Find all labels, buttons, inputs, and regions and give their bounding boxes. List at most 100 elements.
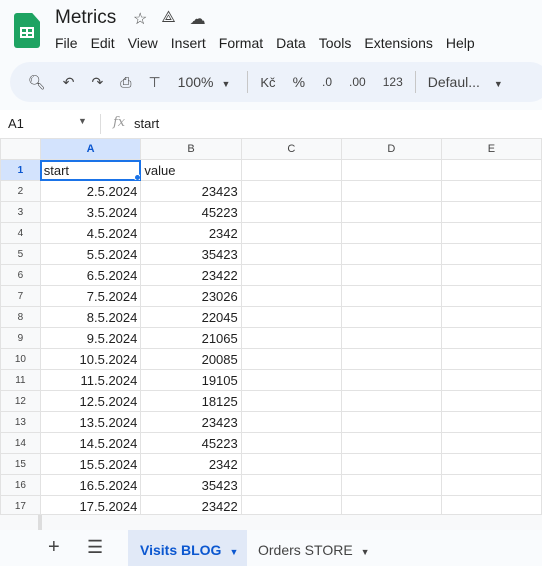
row-header[interactable]: 15 — [0, 453, 41, 475]
cell[interactable]: 14.5.2024 — [39, 432, 142, 454]
currency-button[interactable]: Kč — [260, 75, 275, 90]
menu-file[interactable]: File — [55, 35, 78, 51]
cell[interactable] — [440, 453, 542, 475]
cloud-saved-icon[interactable]: ☁ — [190, 9, 206, 29]
cell[interactable]: 10.5.2024 — [39, 348, 142, 370]
cell[interactable] — [340, 453, 442, 475]
column-header-a[interactable]: A — [39, 138, 142, 160]
cell[interactable]: 23422 — [140, 264, 242, 286]
cell[interactable]: 2.5.2024 — [39, 180, 142, 202]
redo-icon[interactable]: ↷ — [92, 74, 104, 91]
search-icon[interactable]: 🔍︎ — [28, 74, 46, 91]
cell[interactable] — [440, 285, 542, 307]
cell[interactable]: 13.5.2024 — [39, 411, 142, 433]
row-header[interactable]: 8 — [0, 306, 41, 328]
row-header[interactable]: 3 — [0, 201, 41, 223]
cell[interactable]: 23422 — [140, 495, 242, 514]
cell[interactable] — [440, 432, 542, 454]
cell[interactable] — [440, 243, 542, 265]
cell[interactable] — [340, 222, 442, 244]
row-header[interactable]: 17 — [0, 495, 41, 514]
cell[interactable] — [340, 432, 442, 454]
cell[interactable]: 2342 — [140, 222, 242, 244]
cell[interactable] — [340, 369, 442, 391]
all-sheets-button[interactable]: ☰ — [87, 537, 103, 558]
fill-handle[interactable] — [134, 174, 140, 180]
cell[interactable]: 35423 — [140, 243, 242, 265]
cell[interactable] — [340, 474, 442, 496]
cell[interactable] — [340, 348, 442, 370]
document-title[interactable]: Metrics — [55, 7, 116, 29]
cell[interactable]: value — [140, 159, 242, 181]
cell[interactable] — [440, 306, 542, 328]
cell[interactable]: 3.5.2024 — [39, 201, 142, 223]
cell[interactable]: 2342 — [140, 453, 242, 475]
cell[interactable]: 7.5.2024 — [39, 285, 142, 307]
cell[interactable] — [340, 180, 442, 202]
cell[interactable]: 12.5.2024 — [39, 390, 142, 412]
column-header-d[interactable]: D — [340, 138, 442, 160]
cell[interactable]: 23026 — [140, 285, 242, 307]
cell[interactable] — [440, 474, 542, 496]
row-header[interactable]: 6 — [0, 264, 41, 286]
select-all-corner[interactable] — [0, 138, 41, 160]
cell[interactable] — [240, 411, 342, 433]
menu-help[interactable]: Help — [446, 35, 475, 51]
chevron-down-icon[interactable]: ▼ — [78, 116, 87, 126]
column-header-c[interactable]: C — [240, 138, 342, 160]
cell[interactable] — [340, 243, 442, 265]
cell[interactable] — [440, 222, 542, 244]
cell[interactable] — [240, 222, 342, 244]
row-header[interactable]: 9 — [0, 327, 41, 349]
cell[interactable]: start — [39, 159, 142, 181]
cell[interactable] — [240, 201, 342, 223]
cell[interactable]: 19105 — [140, 369, 242, 391]
cell[interactable] — [440, 201, 542, 223]
cell[interactable]: 45223 — [140, 432, 242, 454]
name-box[interactable]: A1 — [8, 116, 24, 131]
cell[interactable] — [240, 264, 342, 286]
cell[interactable]: 23423 — [140, 180, 242, 202]
cell[interactable]: 16.5.2024 — [39, 474, 142, 496]
cell[interactable] — [440, 390, 542, 412]
cell[interactable]: 35423 — [140, 474, 242, 496]
cell[interactable] — [340, 327, 442, 349]
cell[interactable] — [240, 432, 342, 454]
cell[interactable] — [440, 495, 542, 514]
row-header[interactable]: 16 — [0, 474, 41, 496]
row-header[interactable]: 1 — [0, 159, 41, 181]
cell[interactable] — [240, 495, 342, 514]
menu-data[interactable]: Data — [276, 35, 306, 51]
cell[interactable] — [340, 201, 442, 223]
freeze-handle[interactable] — [38, 515, 42, 531]
cell[interactable] — [240, 306, 342, 328]
cell[interactable] — [340, 411, 442, 433]
font-select[interactable]: Defaul... ▼ — [428, 74, 503, 90]
row-header[interactable]: 10 — [0, 348, 41, 370]
cell[interactable] — [440, 180, 542, 202]
number-format-button[interactable]: 123 — [383, 75, 403, 89]
tab-orders-store[interactable]: Orders STORE ▼ — [258, 542, 370, 558]
chevron-down-icon[interactable]: ▼ — [229, 547, 238, 557]
cell[interactable] — [440, 264, 542, 286]
cell[interactable] — [240, 159, 342, 181]
cell[interactable] — [340, 306, 442, 328]
cell[interactable]: 18125 — [140, 390, 242, 412]
row-header[interactable]: 7 — [0, 285, 41, 307]
cell[interactable] — [240, 285, 342, 307]
sheets-logo[interactable] — [14, 13, 40, 48]
cell[interactable]: 4.5.2024 — [39, 222, 142, 244]
cell[interactable] — [440, 369, 542, 391]
cell[interactable] — [240, 474, 342, 496]
cell[interactable] — [340, 264, 442, 286]
spreadsheet-grid[interactable]: ABCDE 1 start value 2 2.5.2024 23423 3 3.5.2024… — [0, 138, 542, 514]
menu-insert[interactable]: Insert — [171, 35, 206, 51]
cell[interactable] — [240, 348, 342, 370]
cell[interactable]: 5.5.2024 — [39, 243, 142, 265]
add-sheet-button[interactable]: + — [48, 536, 60, 559]
column-header-e[interactable]: E — [440, 138, 542, 160]
cell[interactable]: 6.5.2024 — [39, 264, 142, 286]
menu-format[interactable]: Format — [219, 35, 263, 51]
cell[interactable] — [340, 390, 442, 412]
cell[interactable]: 11.5.2024 — [39, 369, 142, 391]
